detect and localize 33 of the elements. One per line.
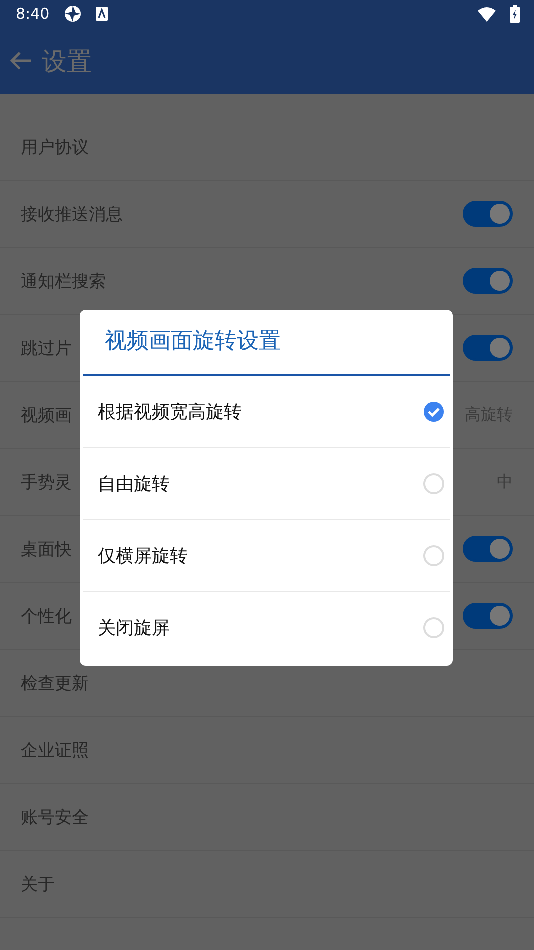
page-title: 设置 <box>42 46 92 78</box>
setting-label[interactable]: 跳过片 <box>21 336 72 360</box>
toggle-switch[interactable] <box>463 335 513 361</box>
rotation-option[interactable]: 关闭旋屏 <box>83 592 450 664</box>
toggle-switch[interactable] <box>463 603 513 629</box>
toggle-switch[interactable] <box>463 536 513 562</box>
setting-label[interactable]: 通知栏搜索 <box>21 270 106 292</box>
rotation-option[interactable]: 仅横屏旋转 <box>83 520 450 592</box>
setting-label[interactable]: 企业证照 <box>21 738 89 762</box>
setting-label[interactable]: 桌面快 <box>21 538 72 560</box>
wifi-icon <box>478 6 496 22</box>
dialog-title: 视频画面旋转设置 <box>104 328 282 356</box>
radio-icon[interactable] <box>423 617 445 639</box>
battery-icon <box>510 5 520 23</box>
checked-radio-icon[interactable] <box>423 400 445 422</box>
radio-icon[interactable] <box>423 544 445 566</box>
setting-label[interactable]: 手势灵 <box>21 470 72 494</box>
rotation-option[interactable]: 根据视频宽高旋转 <box>83 376 450 448</box>
setting-label[interactable]: 账号安全 <box>21 806 89 828</box>
setting-label[interactable]: 检查更新 <box>21 672 89 694</box>
keyboard-icon <box>96 7 108 21</box>
back-icon[interactable] <box>10 51 32 71</box>
setting-label[interactable]: 视频画 <box>21 404 72 426</box>
status-time: 8:40 <box>16 5 50 23</box>
toggle-switch[interactable] <box>463 268 513 294</box>
setting-label[interactable]: 个性化 <box>21 604 72 628</box>
setting-label[interactable]: 关于 <box>21 872 55 896</box>
toggle-switch[interactable] <box>463 201 513 227</box>
app-icon <box>64 5 82 23</box>
radio-icon[interactable] <box>423 472 445 494</box>
setting-label[interactable]: 接收推送消息 <box>21 202 123 226</box>
setting-label[interactable]: 用户协议 <box>21 136 89 158</box>
rotation-option[interactable]: 自由旋转 <box>83 448 450 520</box>
